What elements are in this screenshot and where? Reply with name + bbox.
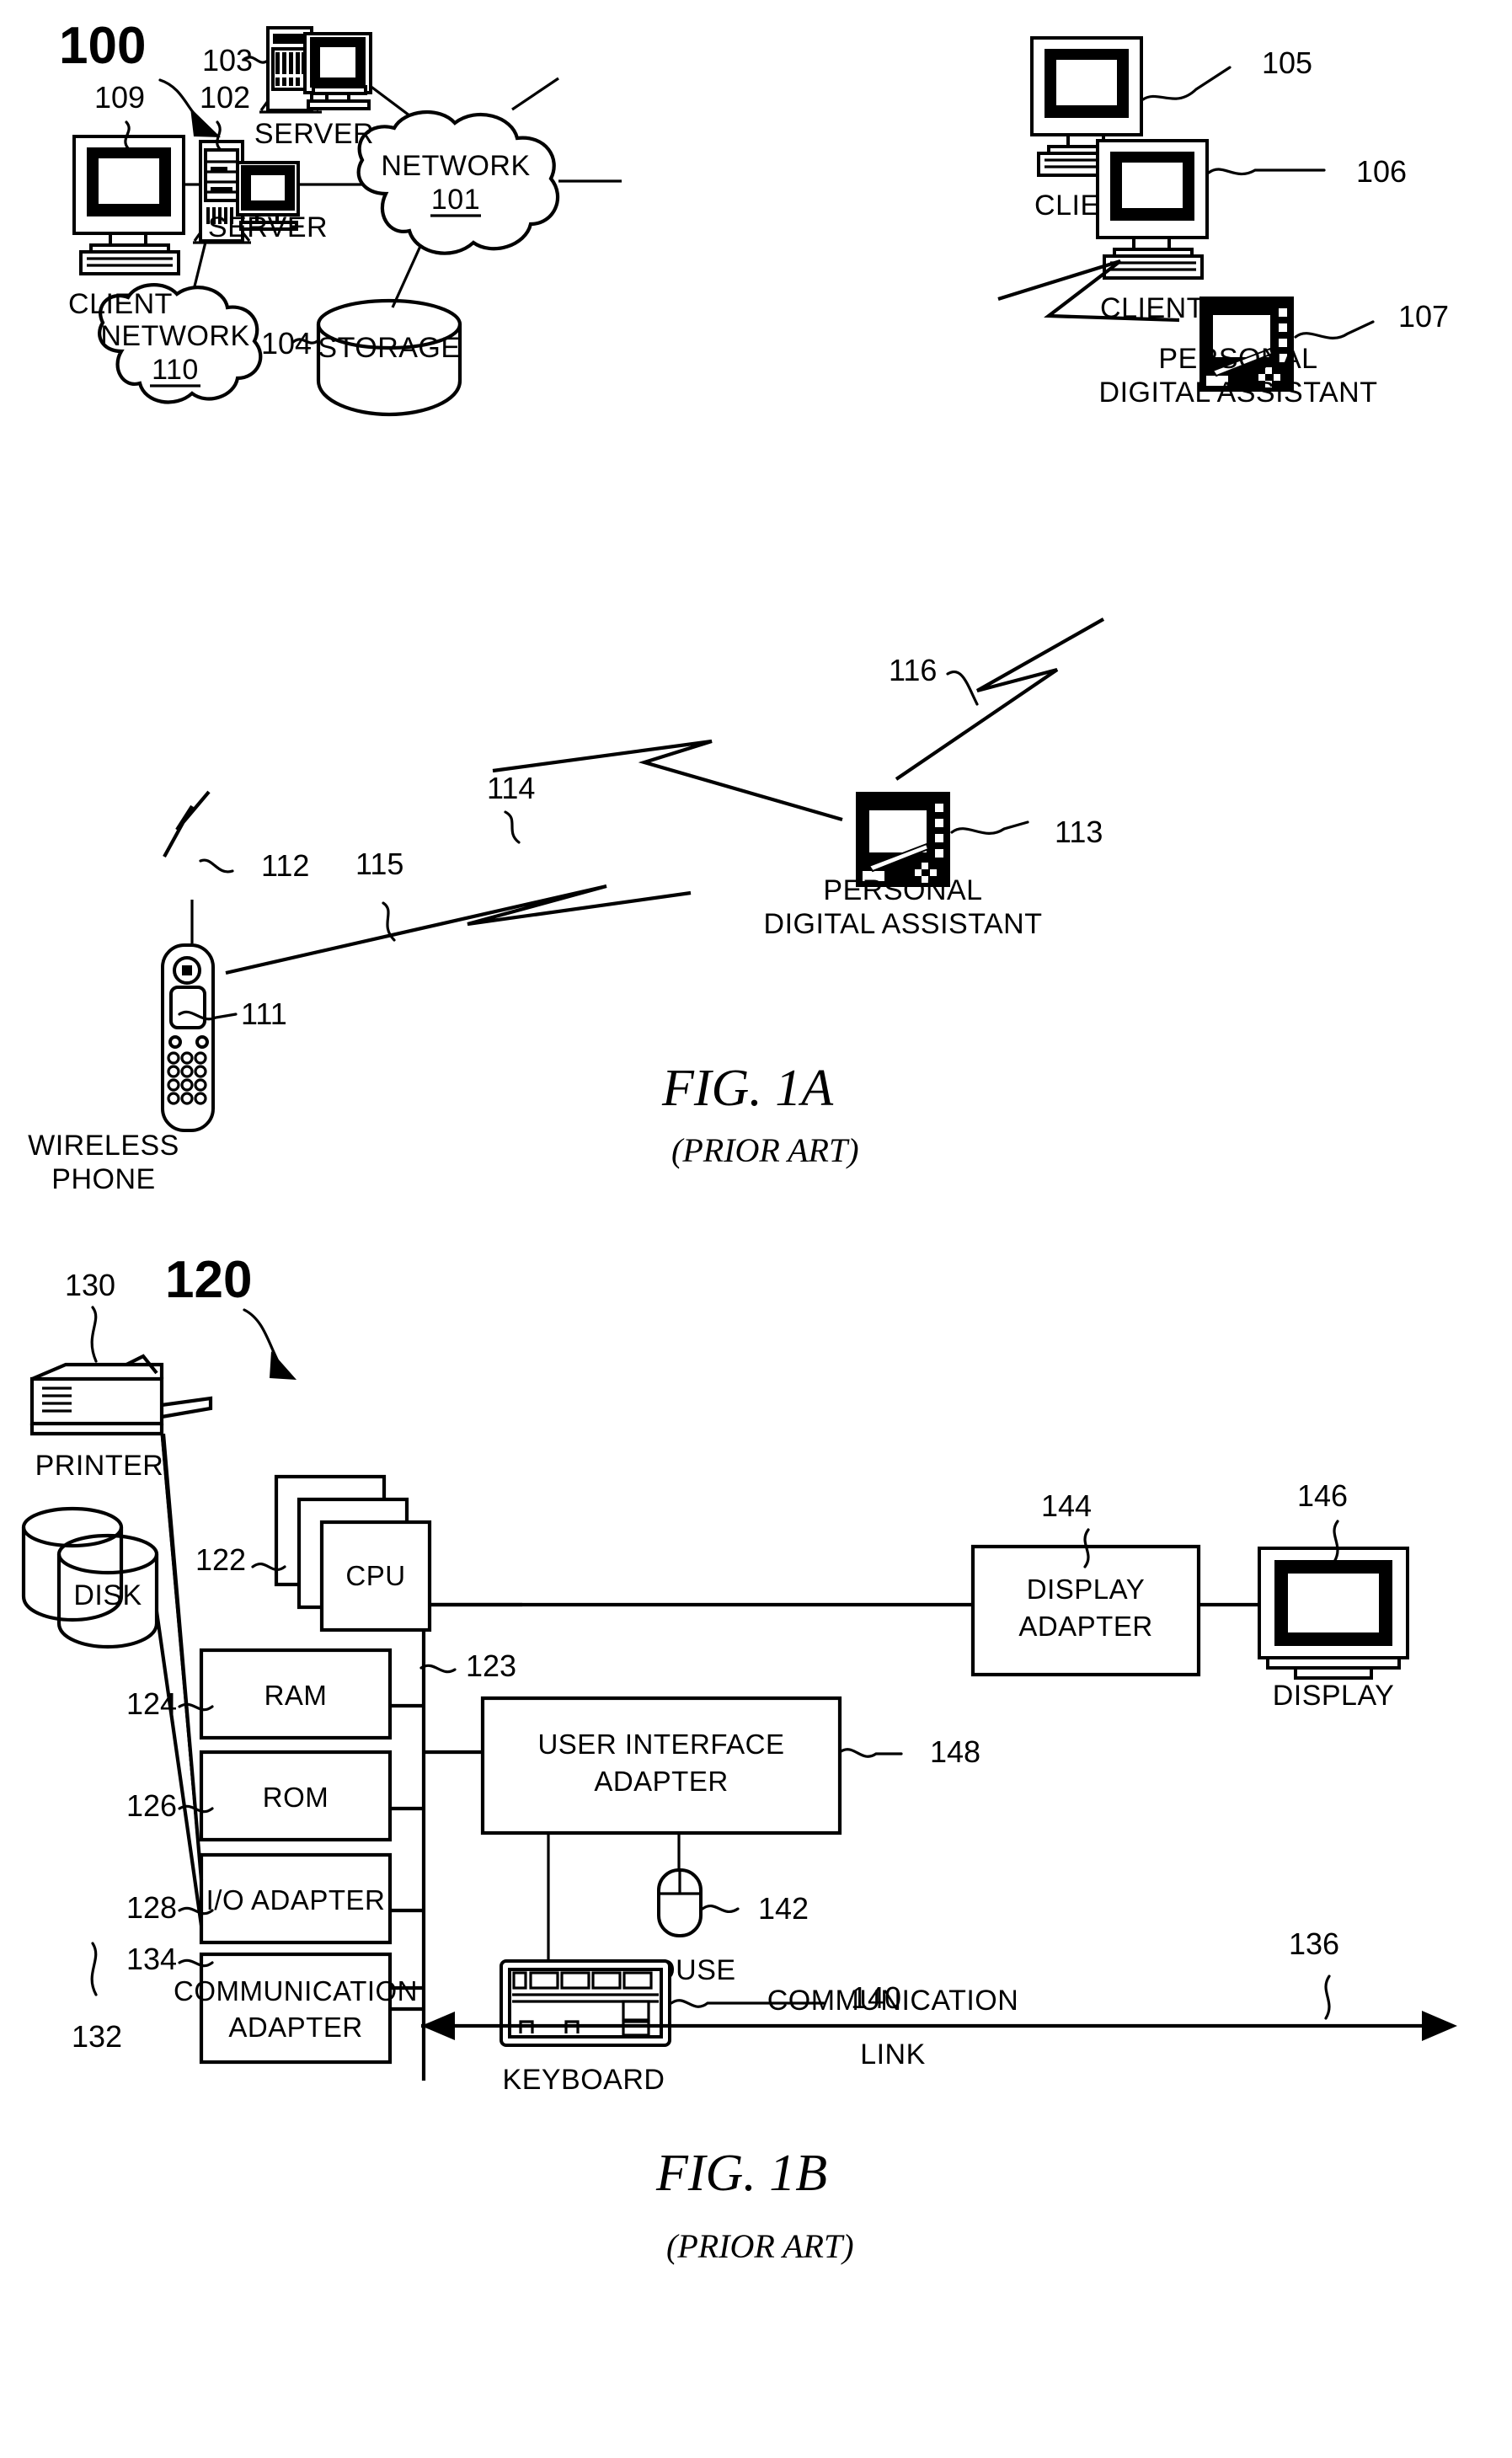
network-101-ref: 101 <box>431 184 480 216</box>
ref-111: 111 <box>241 997 287 1031</box>
ref-148: 148 <box>930 1734 980 1769</box>
figure-1a-caption-note: (PRIOR ART) <box>671 1131 859 1169</box>
ref-103: 103 <box>202 43 253 77</box>
wireless-phone-111-icon <box>161 900 215 1132</box>
pda-113-icon <box>856 792 950 887</box>
pda-107-label-line2: DIGITAL ASSISTANT <box>1099 377 1378 409</box>
server-102-label: SERVER <box>208 211 328 243</box>
ram-label: RAM <box>264 1680 328 1711</box>
storage-label: STORAGE <box>318 332 460 364</box>
ref-136: 136 <box>1289 1926 1339 1961</box>
wireless-phone-label-line1: WIRELESS <box>28 1130 179 1162</box>
figure-1a-caption: FIG. 1A <box>661 1060 834 1117</box>
user-interface-adapter-label-line1: USER INTERFACE <box>537 1729 784 1760</box>
ref-144: 144 <box>1041 1488 1092 1523</box>
cpu-stack <box>274 1474 432 1632</box>
figure-1b-arrowhead <box>270 1351 297 1380</box>
mouse-142-icon <box>657 1868 703 1937</box>
ref-115: 115 <box>355 847 403 881</box>
display-adapter-label-line1: DISPLAY <box>1027 1574 1145 1605</box>
keyboard-label: KEYBOARD <box>503 2064 665 2096</box>
ref-102: 102 <box>200 80 250 115</box>
keyboard-140-icon <box>500 1959 671 2047</box>
comm-link-arrow-right <box>1422 2011 1457 2041</box>
figure-1b-caption: FIG. 1B <box>655 2145 827 2202</box>
disk-label: DISK <box>73 1579 142 1611</box>
server-103-icon <box>259 26 372 114</box>
pda-113-label-line2: DIGITAL ASSISTANT <box>764 908 1043 940</box>
client-106-icon <box>1096 139 1209 280</box>
communication-link-label-line2: LINK <box>860 2039 926 2071</box>
network-110-label: NETWORK <box>100 320 249 352</box>
display-adapter-label-line2: ADAPTER <box>1018 1611 1152 1642</box>
ref-146: 146 <box>1297 1478 1348 1513</box>
communication-link-label-line1: COMMUNICATION <box>767 1985 1019 2017</box>
network-101-cloud <box>356 110 560 255</box>
communication-adapter-label-line1: COMMUNICATION <box>174 1975 418 2006</box>
ref-126: 126 <box>126 1788 177 1823</box>
ref-123: 123 <box>466 1648 516 1683</box>
figure-1b-number: 120 <box>165 1251 252 1309</box>
client-109-icon <box>72 135 185 275</box>
ref-104: 104 <box>261 326 312 361</box>
ref-122: 122 <box>195 1542 246 1577</box>
figure-1a: 100 NETWORK 101 NETWORK 110 SERVER 103 C… <box>0 0 1512 1196</box>
communication-adapter-box <box>199 1952 393 2065</box>
disk-132-icon <box>21 1506 159 1649</box>
patent-figure-sheet: 100 NETWORK 101 NETWORK 110 SERVER 103 C… <box>0 0 1512 2458</box>
server-103-label: SERVER <box>254 118 374 150</box>
ref-106: 106 <box>1356 154 1407 189</box>
pda-107-label-line1: PERSONAL <box>1158 343 1317 375</box>
client-109-label: CLIENT <box>68 288 173 320</box>
display-146-icon <box>1258 1547 1409 1680</box>
comm-link-arrow-left <box>421 2012 455 2040</box>
ref-134: 134 <box>126 1942 177 1976</box>
printer-130-icon <box>29 1354 213 1436</box>
network-101-label: NETWORK <box>381 150 530 182</box>
communication-adapter-label-line2: ADAPTER <box>228 2012 362 2043</box>
rom-label: ROM <box>263 1782 329 1813</box>
ref-109: 109 <box>94 80 145 115</box>
ref-113: 113 <box>1055 815 1103 849</box>
ref-116: 116 <box>889 653 937 687</box>
ref-132: 132 <box>72 2019 122 2054</box>
figure-1b: 120 123 CPU 122 DISPLAY ADAPTER 144 DISP… <box>0 1196 1512 2458</box>
pda-113-label-line1: PERSONAL <box>823 874 982 906</box>
display-label: DISPLAY <box>1273 1680 1395 1712</box>
ref-105: 105 <box>1262 45 1312 80</box>
figure-1a-number: 100 <box>59 17 146 75</box>
user-interface-adapter-label-line2: ADAPTER <box>594 1766 728 1797</box>
ref-142: 142 <box>758 1891 809 1926</box>
ref-130: 130 <box>65 1268 115 1302</box>
ref-107: 107 <box>1398 299 1449 334</box>
network-110-ref: 110 <box>152 354 199 386</box>
ref-128: 128 <box>126 1890 177 1925</box>
printer-label: PRINTER <box>35 1450 164 1482</box>
ref-114: 114 <box>487 771 535 805</box>
ref-112: 112 <box>261 848 309 883</box>
wireless-phone-label-line2: PHONE <box>51 1163 155 1195</box>
io-adapter-label: I/O ADAPTER <box>206 1884 386 1916</box>
cpu-label: CPU <box>345 1560 405 1591</box>
figure-1b-caption-note: (PRIOR ART) <box>666 2227 854 2265</box>
